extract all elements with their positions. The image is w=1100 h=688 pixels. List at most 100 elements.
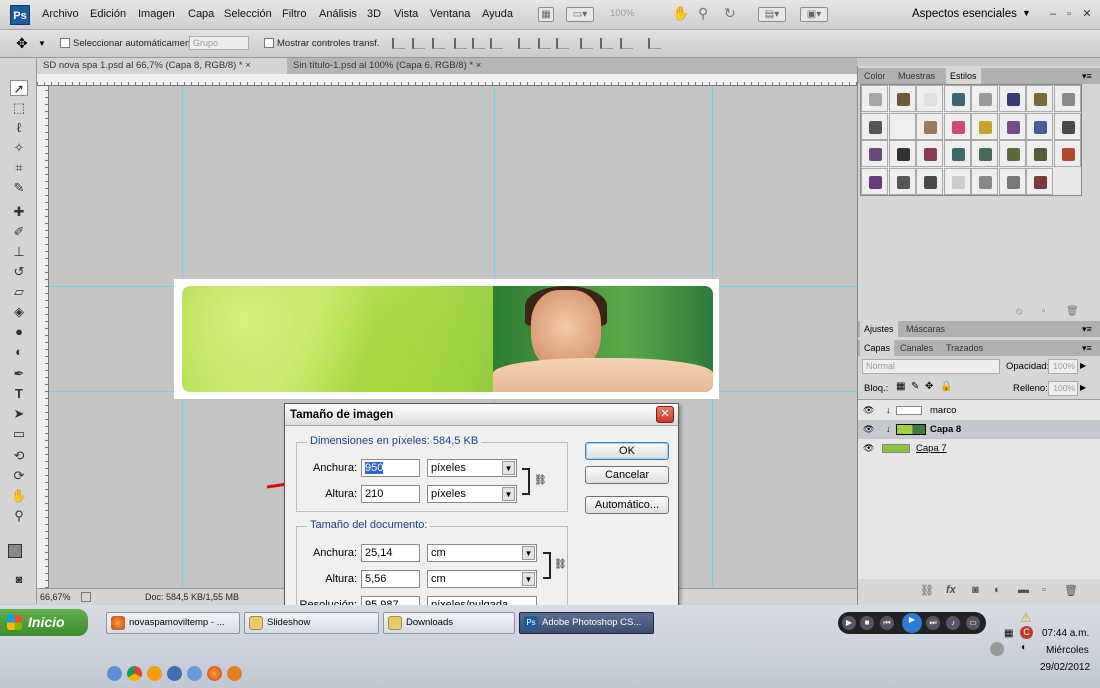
volume-icon[interactable]: ♪ — [946, 616, 960, 630]
style-swatch[interactable] — [1026, 167, 1053, 195]
doc-height-input[interactable]: 5,56 — [361, 570, 420, 588]
style-swatch[interactable] — [861, 167, 888, 195]
tab-ajustes[interactable]: Ajustes — [860, 321, 898, 337]
zoom-tool-icon[interactable]: ⚲ — [10, 508, 28, 524]
style-swatch[interactable] — [888, 85, 916, 112]
menu-archivo[interactable]: Archivo — [42, 8, 79, 20]
app-icon[interactable] — [227, 666, 242, 681]
new-style-icon[interactable]: ▫ — [1042, 306, 1046, 317]
style-swatch[interactable] — [971, 85, 998, 112]
panel-menu-icon[interactable]: ▾≡ — [1082, 340, 1092, 356]
photoshop-logo[interactable]: Ps — [10, 5, 30, 25]
status-menu-icon[interactable] — [81, 592, 91, 602]
task-firefox[interactable]: novaspamoviltemp - ... — [106, 612, 240, 634]
menu-vista[interactable]: Vista — [394, 8, 418, 20]
opacity-input[interactable]: 100% — [1048, 359, 1078, 374]
tab-canales[interactable]: Canales — [896, 340, 937, 356]
link-layers-icon[interactable]: ⛓ — [920, 584, 934, 597]
tab-muestras[interactable]: Muestras — [894, 68, 939, 84]
distribute-left-icon[interactable] — [580, 38, 593, 49]
lock-position-icon[interactable]: ✥ — [925, 381, 933, 392]
3d-rotate-tool-icon[interactable]: ⟲ — [10, 448, 28, 464]
chevron-down-icon[interactable]: ▼ — [522, 572, 535, 586]
chevron-down-icon[interactable]: ▼ — [38, 39, 46, 48]
lock-transparent-icon[interactable]: ▦ — [896, 381, 905, 392]
menu-imagen[interactable]: Imagen — [138, 8, 175, 20]
3d-camera-tool-icon[interactable]: ⟳ — [10, 468, 28, 484]
height-input[interactable]: 210 — [361, 485, 420, 503]
layer-row-marco[interactable]: 👁 ↓ marco — [858, 401, 1100, 420]
ok-button[interactable]: OK — [585, 442, 669, 460]
menu-seleccion[interactable]: Selección — [224, 8, 272, 20]
chevron-down-icon[interactable]: ▼ — [522, 546, 535, 560]
media-player-icon[interactable] — [167, 666, 182, 681]
paint-bucket-tool-icon[interactable]: ◈ — [10, 304, 28, 320]
tab-color[interactable]: Color — [860, 68, 890, 84]
opacity-arrow-icon[interactable]: ▶ — [1080, 361, 1086, 370]
style-swatch[interactable] — [861, 112, 888, 140]
play-icon[interactable]: ▶ — [842, 616, 856, 630]
distribute-right-icon[interactable] — [620, 38, 633, 49]
type-tool-icon[interactable]: T — [10, 386, 28, 402]
chevron-down-icon[interactable]: ▼ — [1022, 8, 1031, 18]
distribute-hcenter-icon[interactable] — [600, 38, 613, 49]
distribute-vcenter-icon[interactable] — [538, 38, 551, 49]
style-swatch[interactable] — [1026, 112, 1053, 140]
style-swatch[interactable] — [1053, 140, 1081, 167]
hand-tool-icon[interactable]: ✋ — [672, 5, 689, 22]
style-swatch[interactable] — [971, 112, 998, 140]
task-slideshow[interactable]: Slideshow — [244, 612, 379, 634]
menu-ventana[interactable]: Ventana — [430, 8, 470, 20]
close-button[interactable]: ✕ — [1078, 6, 1096, 22]
magic-wand-tool-icon[interactable]: ✧ — [10, 140, 28, 156]
layer-row-capa7[interactable]: 👁 Capa 7 — [858, 439, 1100, 458]
style-swatch[interactable] — [888, 112, 916, 140]
distribute-top-icon[interactable] — [518, 38, 531, 49]
healing-brush-tool-icon[interactable]: ✚ — [10, 204, 28, 220]
dodge-tool-icon[interactable]: ◐ — [10, 344, 28, 360]
chevron-down-icon[interactable]: ▼ — [502, 461, 515, 475]
trash-icon[interactable]: 🗑 — [1064, 584, 1078, 597]
lock-image-icon[interactable]: ✎ — [911, 381, 919, 392]
chrome-icon[interactable] — [127, 666, 142, 681]
trash-icon[interactable]: 🗑 — [1066, 306, 1079, 317]
style-swatch[interactable] — [861, 140, 888, 167]
firefox-icon[interactable] — [207, 666, 222, 681]
doc-width-unit-select[interactable]: cm ▼ — [427, 544, 537, 562]
menu-ayuda[interactable]: Ayuda — [482, 8, 513, 20]
menu-capa[interactable]: Capa — [188, 8, 214, 20]
move-tool-icon[interactable]: ➚ — [10, 80, 28, 96]
restore-icon[interactable]: ▭ — [966, 616, 980, 630]
align-top-icon[interactable] — [392, 38, 405, 49]
style-swatch[interactable] — [943, 112, 971, 140]
style-swatch[interactable] — [916, 85, 943, 112]
history-brush-tool-icon[interactable]: ↺ — [10, 264, 28, 280]
style-swatch[interactable] — [998, 167, 1026, 195]
lock-all-icon[interactable]: 🔒 — [940, 381, 952, 392]
style-swatch[interactable] — [888, 140, 916, 167]
chevron-down-icon[interactable]: ▼ — [502, 487, 515, 501]
bridge-icon[interactable]: ▦ — [538, 7, 554, 22]
next-icon[interactable]: ⏭ — [926, 616, 940, 630]
tab-estilos[interactable]: Estilos — [946, 68, 981, 84]
doc-height-unit-select[interactable]: cm ▼ — [427, 570, 537, 588]
workspace-switcher[interactable]: Aspectos esenciales — [912, 8, 1017, 20]
eye-icon[interactable]: 👁 — [863, 443, 875, 453]
tab-sin-titulo[interactable]: Sin título-1.psd al 100% (Capa 6, RGB/8)… — [287, 58, 515, 74]
style-swatch[interactable] — [943, 140, 971, 167]
style-swatch[interactable] — [998, 140, 1026, 167]
align-bottom-icon[interactable] — [432, 38, 445, 49]
style-swatch[interactable] — [888, 167, 916, 195]
style-swatch[interactable] — [1053, 112, 1081, 140]
style-swatch[interactable] — [998, 85, 1026, 112]
eraser-tool-icon[interactable]: ▱ — [10, 284, 28, 300]
auto-button[interactable]: Automático... — [585, 496, 669, 514]
style-swatch[interactable] — [971, 140, 998, 167]
style-swatch[interactable] — [916, 167, 943, 195]
eye-icon[interactable]: 👁 — [863, 424, 875, 434]
screen-mode-icon[interactable]: ▣▾ — [800, 7, 828, 22]
hand-tool-icon[interactable]: ✋ — [10, 488, 28, 504]
view-extras-icon[interactable]: ▭▾ — [566, 7, 594, 22]
style-swatch[interactable] — [916, 140, 943, 167]
lasso-tool-icon[interactable]: ℓ — [10, 120, 28, 136]
